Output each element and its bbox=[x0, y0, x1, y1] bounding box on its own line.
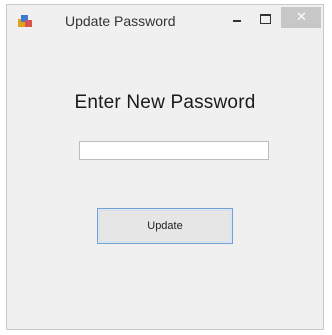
update-button-label: Update bbox=[99, 210, 231, 242]
minimize-button[interactable] bbox=[227, 11, 249, 29]
close-icon: ✕ bbox=[296, 9, 307, 24]
update-button[interactable]: Update bbox=[97, 208, 233, 244]
window-title: Update Password bbox=[65, 13, 176, 29]
page-title: Enter New Password bbox=[74, 92, 256, 113]
minimize-icon bbox=[233, 20, 241, 22]
app-icon bbox=[18, 15, 32, 27]
title-bar[interactable]: Update Password ✕ bbox=[7, 5, 323, 37]
form-area: Enter New Password Update bbox=[7, 37, 323, 329]
update-password-window: Update Password ✕ Enter New Password Upd… bbox=[6, 4, 324, 330]
maximize-button[interactable] bbox=[255, 11, 277, 29]
close-button[interactable]: ✕ bbox=[281, 7, 321, 28]
maximize-icon bbox=[260, 14, 271, 24]
new-password-field[interactable] bbox=[79, 141, 269, 160]
